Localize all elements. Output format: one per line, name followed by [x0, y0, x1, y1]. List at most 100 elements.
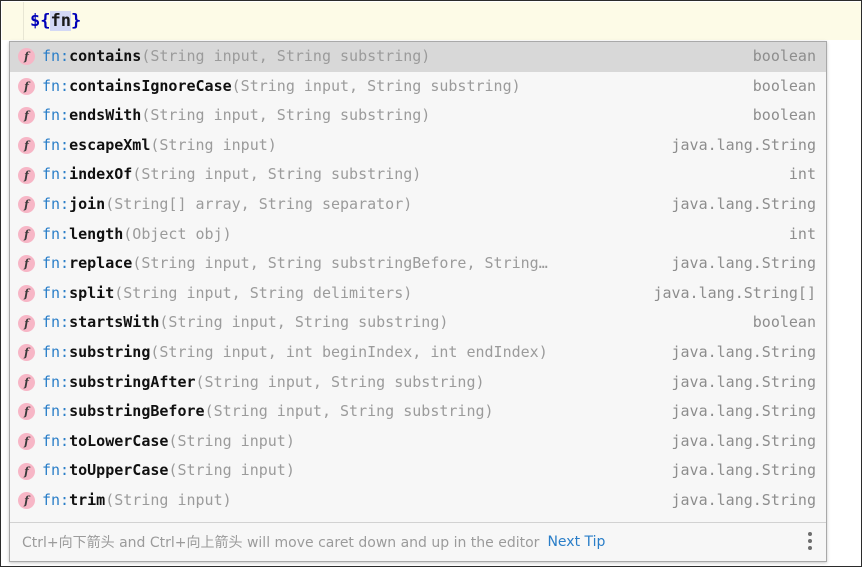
completion-item-name: contains — [69, 47, 142, 65]
function-icon — [18, 285, 35, 303]
completion-item[interactable]: fn:substringAfter(String input, String s… — [10, 368, 826, 398]
completion-item-namespace: fn: — [42, 165, 70, 184]
completion-item-signature: fn:toLowerCase(String input) — [42, 427, 656, 457]
completion-footer-hint-bar: Ctrl+向下箭头 and Ctrl+向上箭头 will move caret … — [10, 522, 826, 561]
completion-item[interactable]: fn:replace(String input, String substrin… — [10, 249, 826, 279]
function-icon — [18, 492, 35, 510]
completion-item-name: toUpperCase — [69, 461, 169, 480]
more-vertical-icon[interactable] — [802, 532, 818, 552]
completion-item-return-type: java.lang.String — [671, 135, 817, 154]
completion-item-signature: fn:join(String[] array, String separator… — [42, 190, 656, 220]
completion-item-return-type: java.lang.String — [671, 402, 817, 421]
completion-item-signature: fn:substringAfter(String input, String s… — [42, 368, 656, 398]
function-icon — [18, 255, 35, 273]
completion-item[interactable]: fn:escapeXml(String input) java.lang.Stri… — [10, 131, 826, 161]
completion-item-namespace: fn: — [42, 490, 70, 509]
completion-item-signature: fn:substringBefore(String input, String … — [42, 397, 656, 427]
completion-item-namespace: fn: — [42, 76, 70, 95]
completion-item-name: substring — [69, 342, 151, 361]
el-expression-open: ${ — [30, 11, 51, 31]
completion-item-params: (String input, String substringBefore, S… — [132, 254, 548, 273]
completion-item[interactable]: fn:substring(String input, int beginInde… — [10, 338, 826, 368]
completion-item-signature: fn:substring(String input, int beginInde… — [42, 338, 656, 368]
completion-item[interactable]: fn:startsWith(String input, String subst… — [10, 308, 826, 338]
completion-item[interactable]: fn:trim(String input) java.lang.String — [10, 486, 826, 516]
completion-item-signature: fn:trim(String input) — [42, 486, 656, 516]
completion-item-name: endsWith — [69, 106, 142, 125]
completion-item[interactable]: fn:toLowerCase(String input) java.lang.St… — [10, 427, 826, 457]
completion-item-return-type: boolean — [752, 313, 816, 332]
completion-item-name: trim — [69, 490, 106, 509]
completion-item[interactable]: fn:contains(String input, String substri… — [10, 42, 826, 72]
completion-item-name: escapeXml — [69, 135, 151, 154]
completion-item-params: (String input) — [150, 135, 277, 154]
completion-item-name: startsWith — [69, 313, 160, 332]
completion-item-params: (String input, String substring) — [141, 47, 431, 65]
completion-item-params: (String input) — [105, 490, 232, 509]
editor-window: ${fn} fn:contains(String input, String s… — [0, 0, 862, 567]
completion-item-params: (String input) — [168, 461, 295, 480]
code-completion-popup[interactable]: fn:contains(String input, String substri… — [9, 41, 827, 562]
completion-item-namespace: fn: — [42, 135, 70, 154]
completion-item-signature: fn:toUpperCase(String input) — [42, 456, 656, 486]
function-icon — [18, 107, 35, 125]
completion-item[interactable]: fn:join(String[] array, String separator… — [10, 190, 826, 220]
completion-item-namespace: fn: — [42, 372, 70, 391]
completion-item-signature: fn:containsIgnoreCase(String input, Stri… — [42, 72, 737, 102]
completion-item-return-type: boolean — [752, 76, 816, 95]
editor-selected-token[interactable]: fn — [50, 11, 71, 31]
completion-item[interactable]: fn:split(String input, String delimiters… — [10, 279, 826, 309]
completion-item[interactable]: fn:indexOf(String input, String substrin… — [10, 160, 826, 190]
completion-item[interactable]: fn:toUpperCase(String input) java.lang.St… — [10, 456, 826, 486]
completion-item-name: toLowerCase — [69, 431, 169, 450]
completion-item-signature: fn:startsWith(String input, String subst… — [42, 308, 737, 338]
completion-item-return-type: boolean — [752, 47, 816, 65]
function-icon — [18, 314, 35, 332]
completion-item-return-type: java.lang.String — [671, 342, 817, 361]
completion-item[interactable]: fn:endsWith(String input, String substri… — [10, 101, 826, 131]
editor-code-text[interactable]: ${fn} — [30, 2, 81, 40]
completion-item-signature: fn:length(Object obj) — [42, 220, 773, 250]
completion-item-return-type: java.lang.String[] — [653, 283, 816, 302]
completion-item-name: substringAfter — [69, 372, 196, 391]
completion-item-params: (String[] array, String separator) — [105, 194, 413, 213]
function-icon — [18, 196, 35, 214]
completion-item-signature: fn:indexOf(String input, String substrin… — [42, 160, 773, 190]
completion-item-namespace: fn: — [42, 283, 70, 302]
completion-item-signature: fn:endsWith(String input, String substri… — [42, 101, 737, 131]
editor-gutter — [2, 2, 24, 40]
completion-item-name: split — [69, 283, 115, 302]
completion-item-params: (String input, String substring) — [132, 165, 422, 184]
function-icon — [18, 137, 35, 155]
completion-item[interactable]: fn:containsIgnoreCase(String input, Stri… — [10, 72, 826, 102]
completion-item-name: join — [69, 194, 106, 213]
function-icon — [18, 433, 35, 451]
function-icon — [18, 77, 35, 95]
function-icon — [18, 225, 35, 243]
completion-item-return-type: int — [788, 224, 816, 243]
completion-item-signature: fn:escapeXml(String input) — [42, 131, 656, 161]
completion-item-return-type: java.lang.String — [671, 194, 817, 213]
completion-item-signature: fn:replace(String input, String substrin… — [42, 249, 656, 279]
completion-item-params: (String input, String substring) — [195, 372, 485, 391]
completion-item-namespace: fn: — [42, 402, 70, 421]
completion-item-list[interactable]: fn:contains(String input, String substri… — [10, 42, 826, 522]
keyboard-hint-text: Ctrl+向下箭头 and Ctrl+向上箭头 will move caret … — [22, 535, 540, 551]
completion-item-return-type: boolean — [752, 106, 816, 125]
function-icon — [18, 344, 35, 362]
completion-item-params: (String input, String delimiters) — [114, 283, 413, 302]
completion-item-name: containsIgnoreCase — [69, 76, 232, 95]
completion-item-return-type: java.lang.String — [671, 490, 817, 509]
completion-item-return-type: java.lang.String — [671, 431, 817, 450]
completion-item-params: (String input, String substring) — [204, 402, 494, 421]
completion-item-namespace: fn: — [42, 106, 70, 125]
completion-item-name: replace — [69, 254, 133, 273]
next-tip-link[interactable]: Next Tip — [547, 534, 605, 550]
completion-item-namespace: fn: — [42, 224, 70, 243]
completion-item-namespace: fn: — [42, 313, 70, 332]
completion-item[interactable]: fn:substringBefore(String input, String … — [10, 397, 826, 427]
completion-item-return-type: java.lang.String — [671, 372, 817, 391]
completion-item[interactable]: fn:length(Object obj) int — [10, 220, 826, 250]
completion-item-return-type: java.lang.String — [671, 254, 817, 273]
editor-current-line[interactable]: ${fn} — [2, 2, 861, 40]
